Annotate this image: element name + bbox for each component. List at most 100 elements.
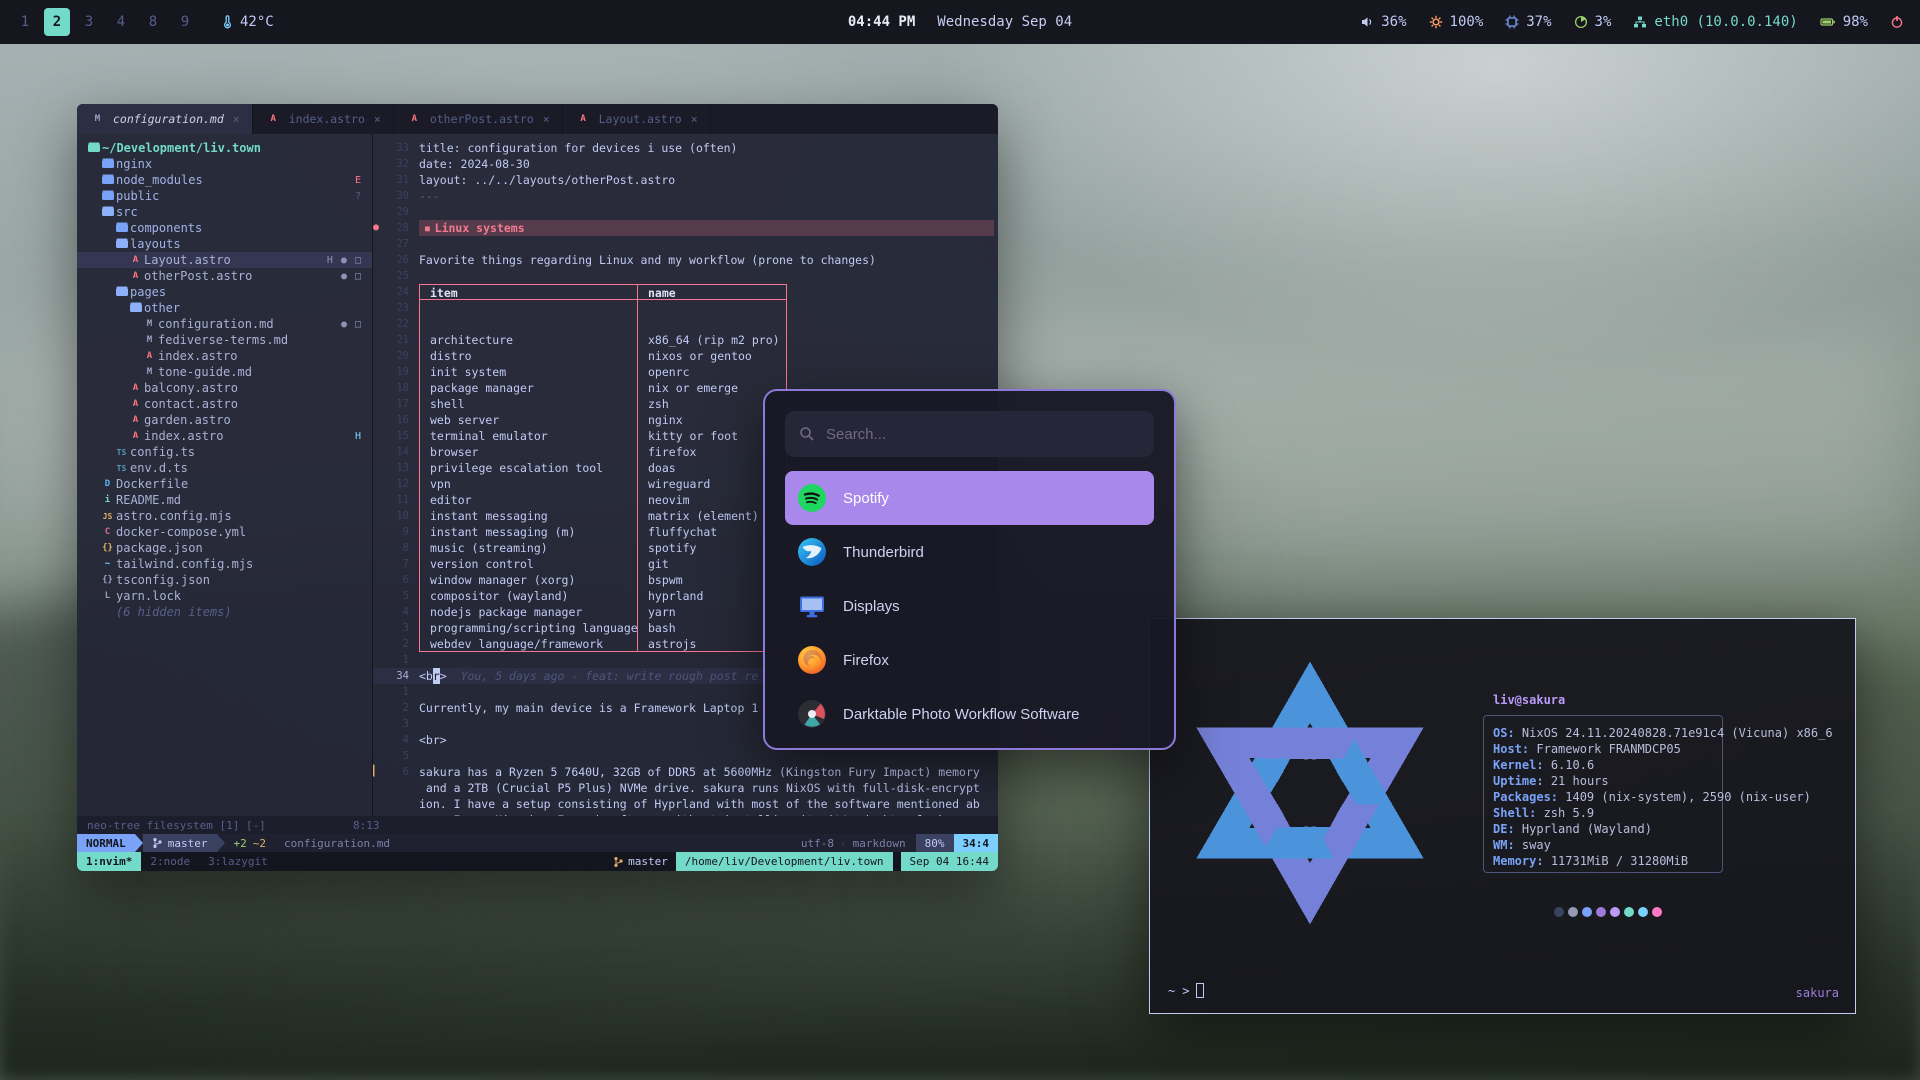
- workspace-button[interactable]: 3: [76, 8, 102, 36]
- file-name: config.ts: [130, 445, 195, 459]
- file-tree-item[interactable]: src: [77, 204, 372, 220]
- file-tree-item[interactable]: A balcony.astro: [77, 380, 372, 396]
- table-cell-name: nix or emerge: [637, 380, 787, 396]
- table-cell-item: [419, 300, 637, 316]
- file-tree-item[interactable]: pages: [77, 284, 372, 300]
- file-tree-item[interactable]: TS config.ts: [77, 444, 372, 460]
- editor-tab[interactable]: A otherPost.astro ×: [394, 104, 563, 134]
- file-icon: {}: [99, 543, 116, 553]
- file-tree-item[interactable]: node_modules E: [77, 172, 372, 188]
- file-tree-item[interactable]: {} tsconfig.json: [77, 572, 372, 588]
- workspace-button[interactable]: 1: [12, 8, 38, 36]
- separator: ‹: [834, 837, 853, 850]
- file-tree-item[interactable]: i README.md: [77, 492, 372, 508]
- file-tree-item[interactable]: L yarn.lock: [77, 588, 372, 604]
- fetch-info-label: Packages: [1493, 790, 1551, 804]
- workspace-button[interactable]: 9: [172, 8, 198, 36]
- table-cell-item: version control: [419, 556, 637, 572]
- file-tree-item[interactable]: {} package.json: [77, 540, 372, 556]
- launcher-item-spotify[interactable]: Spotify: [785, 471, 1154, 525]
- buffer-line: 30 ---: [373, 188, 998, 204]
- line-number: 29: [383, 204, 409, 220]
- file-tree-item[interactable]: A otherPost.astro ● □: [77, 268, 372, 284]
- fetch-info-label: Host: [1493, 742, 1522, 756]
- file-name: yarn.lock: [116, 589, 181, 603]
- file-tree-item[interactable]: ~/Development/liv.town: [77, 140, 372, 156]
- fetch-info-value: 1409 (nix-system), 2590 (nix-user): [1558, 790, 1811, 804]
- tmux-branch-name: master: [628, 855, 668, 868]
- fetch-info-line: Packages: 1409 (nix-system), 2590 (nix-u…: [1493, 789, 1833, 805]
- file-tree-item[interactable]: ~ tailwind.config.mjs: [77, 556, 372, 572]
- file-tree-item[interactable]: M tone-guide.md: [77, 364, 372, 380]
- editor-tab[interactable]: A Layout.astro ×: [563, 104, 711, 134]
- file-icon: i: [99, 495, 116, 505]
- file-tree-item[interactable]: A garden.astro: [77, 412, 372, 428]
- shell-prompt[interactable]: ~ >: [1168, 983, 1204, 998]
- palette-dot: [1554, 907, 1564, 917]
- launcher-item-displays[interactable]: Displays: [785, 579, 1154, 633]
- file-tree-item[interactable]: layouts: [77, 236, 372, 252]
- file-tree-item[interactable]: A index.astro: [77, 348, 372, 364]
- tab-close-icon[interactable]: ×: [374, 112, 381, 126]
- prompt-char: >: [1182, 984, 1189, 998]
- fetch-info-label: OS: [1493, 726, 1507, 740]
- tmux-window[interactable]: 1:nvim*: [77, 852, 141, 871]
- file-tree-item[interactable]: other: [77, 300, 372, 316]
- line-number: 5: [383, 748, 409, 764]
- tmux-window[interactable]: 3:lazygit: [199, 852, 277, 871]
- buffer-text: sakura has a Ryzen 5 7640U, 32GB of DDR5…: [419, 764, 980, 780]
- search-input[interactable]: [826, 426, 1140, 443]
- filetype-icon: A: [575, 114, 592, 124]
- fetch-info-value: Hyprland (Wayland): [1515, 822, 1652, 836]
- file-icon: [113, 288, 130, 296]
- file-tree-item[interactable]: A contact.astro: [77, 396, 372, 412]
- file-tree-item[interactable]: public ?: [77, 188, 372, 204]
- sign-column: [373, 332, 383, 348]
- file-tree-item[interactable]: A index.astro H: [77, 428, 372, 444]
- tab-close-icon[interactable]: ×: [691, 112, 698, 126]
- sign-column: [373, 156, 383, 172]
- file-tree-item[interactable]: nginx: [77, 156, 372, 172]
- tab-close-icon[interactable]: ×: [543, 112, 550, 126]
- file-tree-item[interactable]: (6 hidden items): [77, 604, 372, 620]
- fetch-info-label: Uptime: [1493, 774, 1536, 788]
- sign-column: [373, 460, 383, 476]
- buffer-line: and a 2TB (Crucial P5 Plus) NVMe drive. …: [373, 780, 998, 796]
- editor-tab[interactable]: M configuration.md ×: [77, 104, 253, 134]
- file-icon: D: [99, 479, 116, 489]
- file-tree-item[interactable]: M fediverse-terms.md: [77, 332, 372, 348]
- launcher-search-box[interactable]: [785, 411, 1154, 457]
- launcher-item-firefox[interactable]: Firefox: [785, 633, 1154, 687]
- tab-label: Layout.astro: [599, 112, 682, 126]
- launcher-item-thunderbird[interactable]: Thunderbird: [785, 525, 1154, 579]
- sign-column: [373, 412, 383, 428]
- tab-label: configuration.md: [113, 112, 224, 126]
- file-icon: A: [127, 431, 144, 441]
- fetch-info-line: Uptime: 21 hours: [1493, 773, 1833, 789]
- file-icon: M: [141, 335, 158, 345]
- git-status-badge: ● □: [341, 319, 372, 330]
- launcher-item-darktable[interactable]: Darktable Photo Workflow Software: [785, 687, 1154, 741]
- file-icon: [99, 192, 116, 200]
- power-widget[interactable]: [1890, 15, 1904, 29]
- table-cell-name: [637, 316, 787, 332]
- workspace-button[interactable]: 4: [108, 8, 134, 36]
- file-tree-item[interactable]: C docker-compose.yml: [77, 524, 372, 540]
- tab-close-icon[interactable]: ×: [233, 112, 240, 126]
- file-tree-item[interactable]: components: [77, 220, 372, 236]
- table-cell-item: init system: [419, 364, 637, 380]
- tmux-git-branch: master: [613, 855, 668, 868]
- file-tree-item[interactable]: M configuration.md ● □: [77, 316, 372, 332]
- file-tree-item[interactable]: D Dockerfile: [77, 476, 372, 492]
- workspace-button[interactable]: 8: [140, 8, 166, 36]
- power-icon[interactable]: [1890, 15, 1904, 29]
- file-name: configuration.md: [158, 317, 274, 331]
- git-branch-icon: [613, 856, 623, 868]
- tmux-window[interactable]: 2:node: [141, 852, 199, 871]
- file-tree-item[interactable]: A Layout.astro H ● □: [77, 252, 372, 268]
- editor-tab[interactable]: A index.astro ×: [253, 104, 394, 134]
- workspace-button[interactable]: 2: [44, 8, 70, 36]
- file-tree-item[interactable]: TS env.d.ts: [77, 460, 372, 476]
- file-tree-item[interactable]: JS astro.config.mjs: [77, 508, 372, 524]
- line-number: 23: [383, 300, 409, 316]
